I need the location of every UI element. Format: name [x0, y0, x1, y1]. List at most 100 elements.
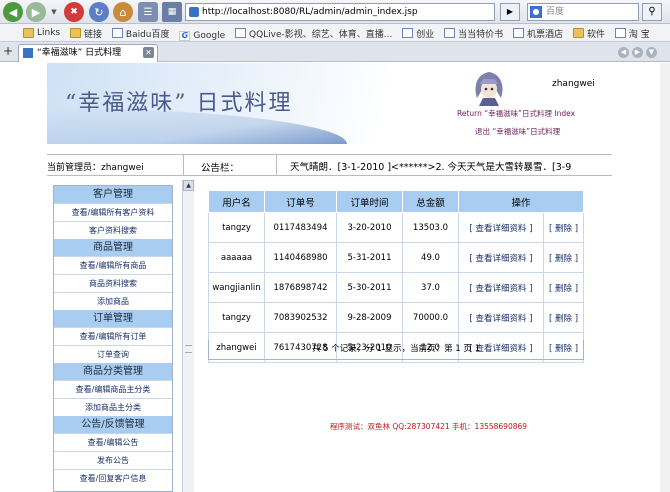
- search-input[interactable]: ● 百度: [527, 3, 639, 21]
- sidebar-link-search-orders[interactable]: 订单查询: [54, 345, 172, 363]
- cell-total: 37.0: [402, 272, 459, 303]
- sidebar-link-view-categories[interactable]: 查看/编辑商品主分类: [54, 380, 172, 398]
- sidebar-link-search-customers[interactable]: 客户资料搜索: [54, 221, 172, 239]
- col-total: 总金额: [402, 190, 459, 213]
- tab-bar: + “幸福滋味” 日式料理 ✕ ◀ ▶ ▼: [0, 42, 670, 62]
- sidebar-link-search-products[interactable]: 商品资料搜索: [54, 274, 172, 292]
- page-icon: [614, 28, 626, 38]
- view-details-link[interactable]: [ 查看详细资料 ]: [457, 212, 545, 243]
- table-row: tangzy 7083902532 9-28-2009 70000.0 [ 查看…: [208, 302, 584, 333]
- cell-order-time: 5-31-2011: [336, 242, 403, 273]
- page-icon: [444, 28, 456, 38]
- page-scrollbar[interactable]: [660, 63, 670, 492]
- page-icon: [111, 28, 123, 38]
- sidebar-link-view-customers[interactable]: 查看/编辑所有客户资料: [54, 203, 172, 221]
- col-order-time: 订单时间: [336, 190, 403, 213]
- folder-icon: [23, 28, 34, 38]
- sidebar-link-view-notices[interactable]: 查看/编辑公告: [54, 433, 172, 451]
- cell-total: 13503.0: [402, 212, 459, 243]
- sidebar-section-products: 商品管理: [54, 239, 172, 256]
- table-row: tangzy 0117483494 3-20-2010 13503.0 [ 查看…: [208, 212, 584, 243]
- bookmark-taobao[interactable]: 淘 宝: [614, 24, 650, 41]
- search-placeholder: 百度: [546, 7, 565, 17]
- history-icon[interactable]: ☰: [138, 2, 158, 22]
- close-tab-icon[interactable]: ✕: [143, 47, 154, 58]
- bookmark-flights[interactable]: 机票酒店: [513, 24, 563, 41]
- footer-contact: 程序测试：双鱼林 QQ:287307421 手机：13558690869: [330, 422, 528, 431]
- table-row: wangjianlin 1876898742 5-30-2011 37.0 [ …: [208, 272, 584, 303]
- view-details-link[interactable]: [ 查看详细资料 ]: [457, 242, 545, 273]
- divider: [183, 155, 184, 175]
- tab-scroll-right-icon[interactable]: ▶: [632, 47, 643, 58]
- cell-total: 49.0: [402, 242, 459, 273]
- orders-table: 用户名 订单号 订单时间 总金额 操作 tangzy 0117483494 3-…: [208, 190, 584, 363]
- sidebar-link-reply-messages[interactable]: 查看/回复客户信息: [54, 469, 172, 487]
- go-button-icon[interactable]: ▶: [500, 3, 520, 21]
- notice-marquee: 天气晴朗．[3-1-2010 ]<******>2. 今天天气是大雪转暴雪．[3…: [290, 162, 572, 173]
- admin-sidebar: 客户管理 查看/编辑所有客户资料 客户资料搜索 商品管理 查看/编辑所有商品 商…: [53, 185, 173, 492]
- return-index-link[interactable]: Return “幸福滋味”日式料理 Index: [457, 108, 575, 119]
- bookmark-baidu[interactable]: Baidu百度: [111, 24, 170, 41]
- dropdown-icon[interactable]: ▼: [49, 2, 59, 22]
- delete-link[interactable]: [ 删除 ]: [543, 302, 584, 333]
- scroll-up-icon[interactable]: ▲: [183, 180, 194, 191]
- search-button-icon[interactable]: ⚲: [642, 3, 662, 21]
- back-icon[interactable]: ◀: [3, 2, 23, 22]
- stop-icon[interactable]: ✖: [64, 2, 84, 22]
- cell-order-time: 3-20-2010: [336, 212, 403, 243]
- delete-link[interactable]: [ 删除 ]: [543, 242, 584, 273]
- tab-current[interactable]: “幸福滋味” 日式料理 ✕: [18, 44, 158, 62]
- bookmark-dangdang[interactable]: 当当特价书: [444, 24, 503, 41]
- bookmark-chuangye[interactable]: 创业: [402, 24, 434, 41]
- sidebar-section-customers: 客户管理: [54, 186, 172, 203]
- tab-scroll-left-icon[interactable]: ◀: [618, 47, 629, 58]
- refresh-icon[interactable]: ↻: [89, 2, 109, 22]
- pagination: 共 5 个记录，分 1 显示，当前页：第 1 页 1: [208, 340, 584, 360]
- cell-username: tangzy: [208, 212, 265, 243]
- view-details-link[interactable]: [ 查看详细资料 ]: [457, 272, 545, 303]
- tab-title: “幸福滋味” 日式料理: [37, 48, 122, 58]
- new-tab-icon[interactable]: +: [3, 45, 13, 57]
- page-icon: [235, 28, 246, 38]
- bookmark-links[interactable]: Links: [23, 24, 60, 41]
- cell-total: 70000.0: [402, 302, 459, 333]
- sidebar-section-orders: 订单管理: [54, 310, 172, 327]
- tab-list-icon[interactable]: ▼: [646, 47, 657, 58]
- folder-icon: [70, 28, 81, 38]
- col-actions: 操作: [458, 190, 584, 213]
- frame-scrollbar[interactable]: ▲: [182, 180, 194, 492]
- browser-toolbar: ◀ ▶ ▼ ✖ ↻ ⌂ ☰ ▦ http://localhost:8080/RL…: [0, 0, 670, 24]
- reader-icon[interactable]: ▦: [162, 2, 182, 22]
- cell-order-no: 0117483494: [264, 212, 337, 243]
- bookmark-google[interactable]: G Google: [179, 27, 225, 41]
- scroll-grip[interactable]: [185, 345, 192, 353]
- delete-link[interactable]: [ 删除 ]: [543, 272, 584, 303]
- sidebar-link-add-product[interactable]: 添加商品: [54, 292, 172, 310]
- baidu-search-icon: ●: [530, 6, 542, 18]
- cell-username: wangjianlin: [208, 272, 265, 303]
- bookmark-lianjie[interactable]: 链接: [70, 24, 102, 41]
- bookmark-software[interactable]: 软件: [572, 24, 605, 41]
- sidebar-link-view-orders[interactable]: 查看/编辑所有订单: [54, 327, 172, 345]
- divider: [276, 155, 277, 175]
- view-details-link[interactable]: [ 查看详细资料 ]: [457, 302, 545, 333]
- current-admin-label: 当前管理员：zhangwei: [47, 163, 144, 173]
- sidebar-link-add-category[interactable]: 添加商品主分类: [54, 398, 172, 416]
- bookmark-qqlive[interactable]: QQLive-影视、综艺、体育、直播...: [235, 24, 392, 41]
- home-icon[interactable]: ⌂: [113, 2, 133, 22]
- sidebar-link-view-products[interactable]: 查看/编辑所有商品: [54, 256, 172, 274]
- col-username: 用户名: [208, 190, 265, 213]
- page-icon: [513, 28, 525, 38]
- cell-order-no: 1140468980: [264, 242, 337, 273]
- logout-link[interactable]: 退出 “幸福滋味”日式料理: [475, 126, 560, 137]
- notice-label: 公告栏：: [201, 163, 240, 174]
- table-header-row: 用户名 订单号 订单时间 总金额 操作: [208, 190, 584, 213]
- col-order-no: 订单号: [264, 190, 337, 213]
- delete-link[interactable]: [ 删除 ]: [543, 212, 584, 243]
- forward-icon[interactable]: ▶: [26, 2, 46, 22]
- info-bar: 当前管理员：zhangwei 公告栏： 天气晴朗．[3-1-2010 ]<***…: [47, 154, 612, 176]
- google-icon: G: [179, 31, 191, 41]
- address-bar[interactable]: http://localhost:8080/RL/admin/admin_ind…: [185, 3, 495, 21]
- sidebar-link-publish-notice[interactable]: 发布公告: [54, 451, 172, 469]
- bookmarks-bar: Links 链接 Baidu百度 G Google QQLive-影视、综艺、体育…: [0, 24, 670, 42]
